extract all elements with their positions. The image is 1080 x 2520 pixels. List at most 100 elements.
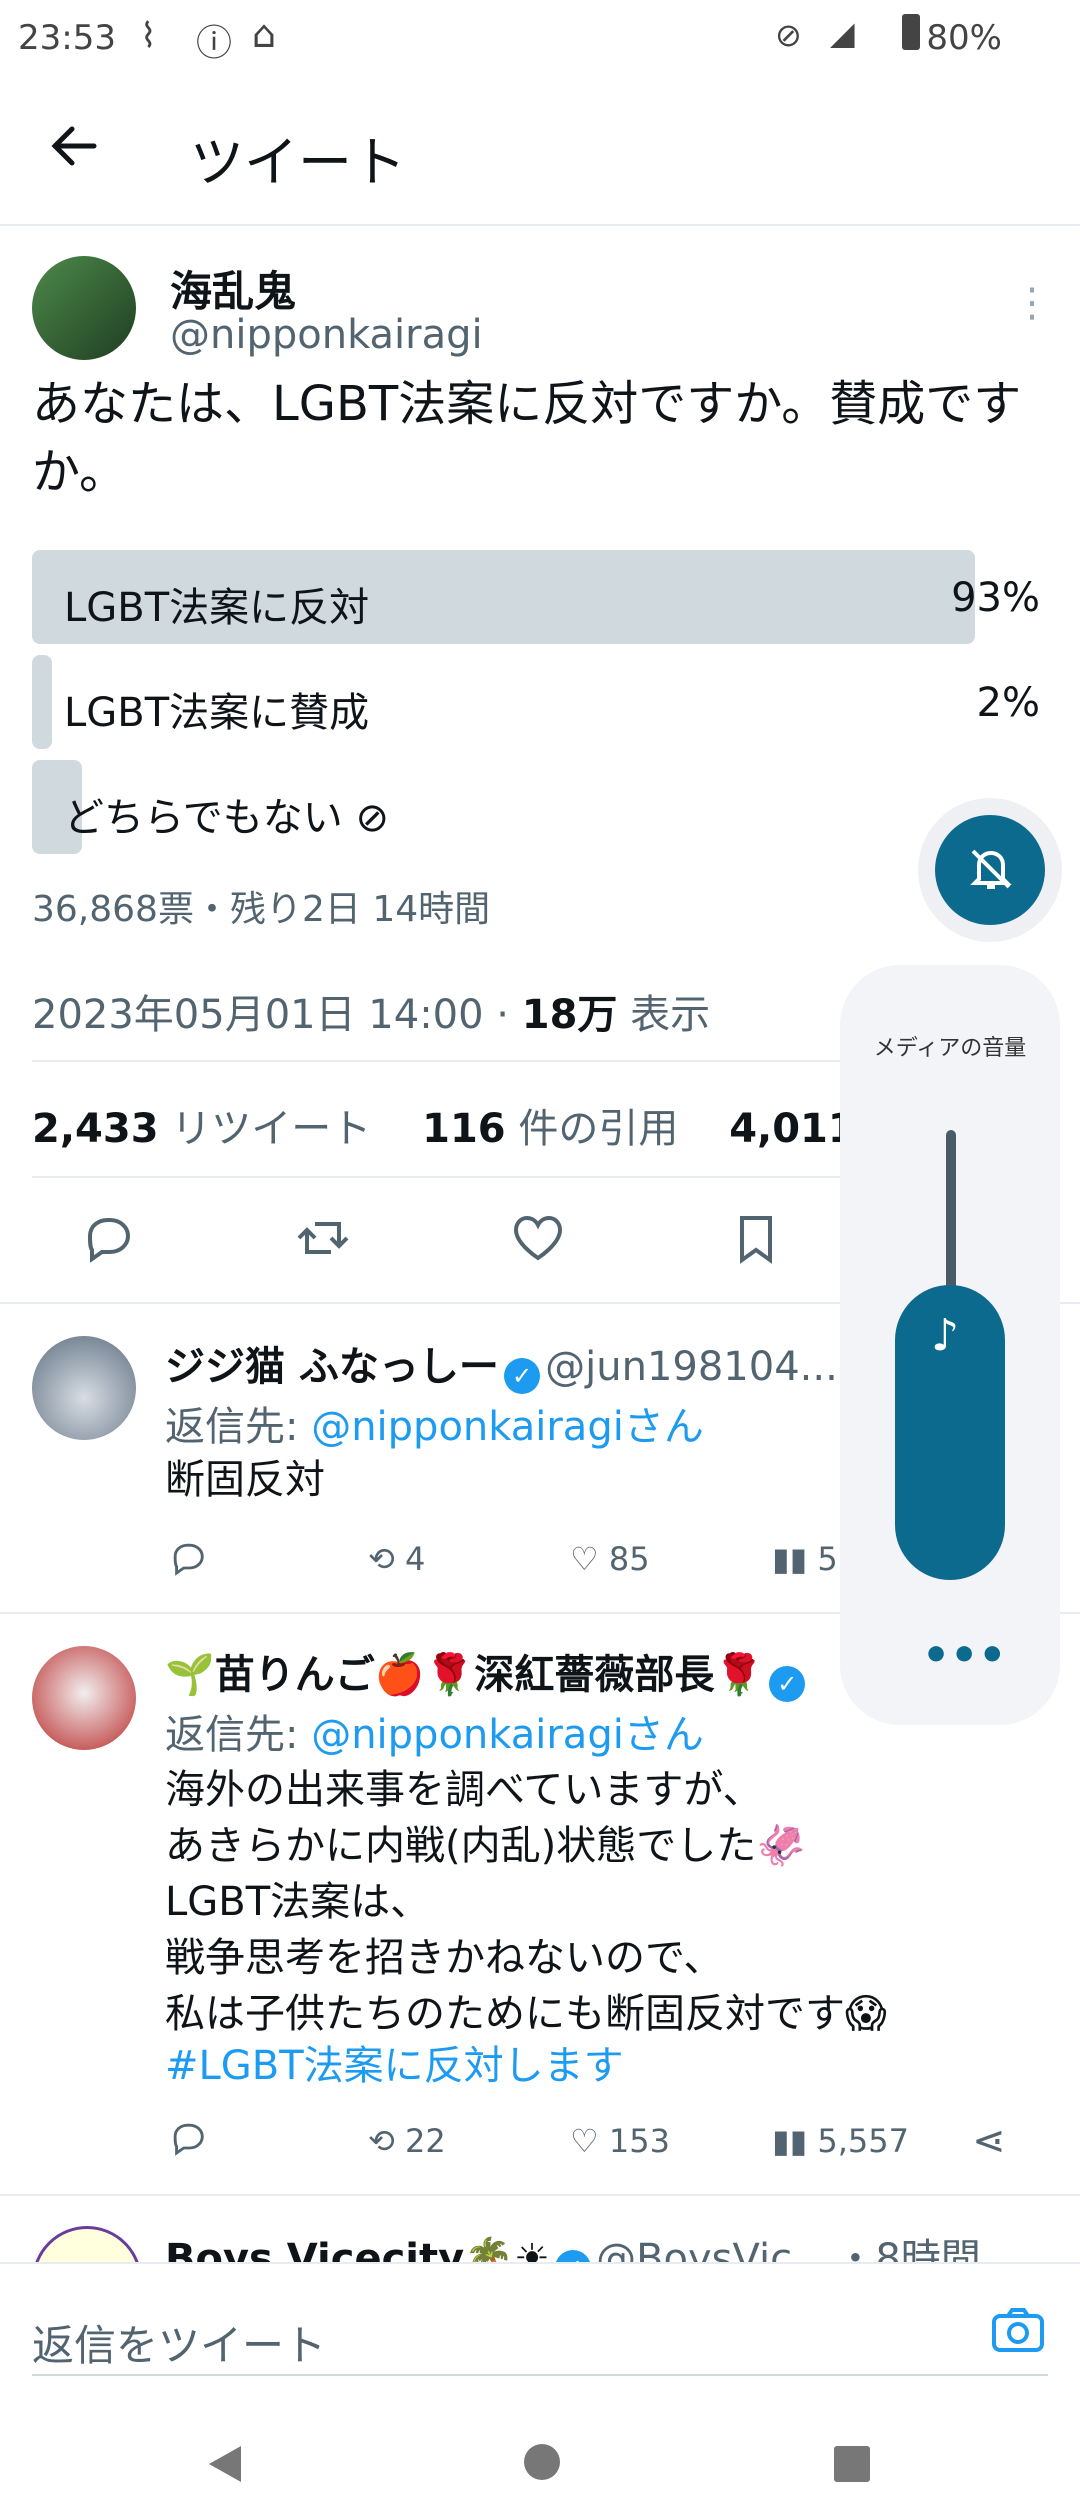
reply-like-button[interactable]: ♡ 153 — [570, 2122, 670, 2160]
header-divider — [0, 224, 1080, 226]
retweets-label: リツイート — [171, 1106, 372, 1152]
poll-percent-1: 93% — [951, 575, 1040, 621]
more-options-icon[interactable]: ⋮ — [1012, 280, 1052, 326]
bookmark-button[interactable] — [728, 1210, 784, 1277]
avatar[interactable] — [32, 2226, 142, 2262]
page-title: ツイート — [190, 131, 406, 194]
verified-badge-icon: ✓ — [554, 2249, 591, 2262]
tweet-author-handle[interactable]: @nipponkairagi — [170, 312, 483, 358]
reply-to: 返信先: @nipponkairagiさん — [165, 1394, 704, 1452]
reply-views-count: 5 — [817, 1540, 838, 1578]
battery-icon — [902, 14, 920, 50]
volume-label: メディアの音量 — [873, 1036, 1027, 1061]
poll-option-2: LGBT法案に賛成 — [64, 690, 370, 736]
status-bar: 23:53 ⌇ ⓘ ⌂ ⊘ ◢ 80% — [0, 0, 1080, 80]
tweet-timestamp-row: 2023年05月01日 14:00 · 18万 表示 — [32, 992, 711, 1038]
reply-header: Boys Vicecity🌴☀ ✓ @BoysVic... ・8時間 — [165, 2226, 981, 2262]
back-button[interactable] — [48, 120, 100, 185]
reply-icon — [87, 1218, 131, 1263]
reply-retweet-count: 22 — [404, 2122, 446, 2160]
volume-slider[interactable]: ♪ — [895, 1285, 1005, 1580]
poll-summary: 36,868票・残り2日 14時間 — [32, 889, 491, 930]
reply-like-count: 85 — [608, 1540, 650, 1578]
reply-author-handle[interactable]: @BoysVic... — [596, 2236, 830, 2262]
nav-recents-icon[interactable] — [832, 2444, 872, 2484]
reply-like-count: 153 — [608, 2122, 670, 2160]
reply-author-name[interactable]: Boys Vicecity🌴☀ — [165, 2236, 550, 2262]
status-time: 23:53 — [18, 18, 116, 58]
arrow-left-icon — [51, 126, 97, 166]
reply-to: 返信先: @nipponkairagiさん — [165, 1702, 704, 1760]
tweet-timestamp: 2023年05月01日 14:00 — [32, 992, 484, 1038]
reply-composer: 返信をツイート — [0, 2262, 1080, 2402]
reply-input[interactable]: 返信をツイート — [32, 2312, 326, 2373]
reply-to-prefix: 返信先: — [165, 1404, 312, 1450]
avatar[interactable] — [32, 1336, 136, 1440]
views-count: 18万 — [521, 992, 618, 1038]
retweets-link[interactable]: 2,433 リツイート — [32, 1106, 371, 1152]
avatar[interactable] — [32, 1646, 136, 1750]
retweets-count: 2,433 — [32, 1106, 159, 1152]
reply-text: 断固反対 — [165, 1457, 325, 1503]
reply-to-link[interactable]: @nipponkairagiさん — [311, 1712, 704, 1758]
reply-views-button[interactable]: ▮▮ 5,557 — [772, 2122, 909, 2160]
reply-author-name[interactable]: ジジ猫 ふなっしー — [165, 1344, 499, 1390]
input-underline — [32, 2374, 1048, 2376]
reply-retweet-button[interactable]: ⟲ 4 — [368, 1540, 425, 1578]
verified-badge-icon: ✓ — [504, 1357, 541, 1394]
retweet-icon — [297, 1222, 349, 1254]
retweet-button[interactable] — [295, 1210, 351, 1277]
reply-to-link[interactable]: @nipponkairagiさん — [311, 1404, 704, 1450]
poll-percent-2: 2% — [976, 680, 1040, 726]
share-icon[interactable]: ⋖ — [972, 2118, 1006, 2164]
reply-comment-icon[interactable] — [168, 1538, 208, 1586]
reply-author-name[interactable]: 🌱苗りんご🍎🌹深紅薔薇部長🌹 — [165, 1652, 764, 1698]
camera-icon — [992, 2308, 1044, 2352]
reply-to-prefix: 返信先: — [165, 1712, 312, 1758]
reply-views-count: 5,557 — [817, 2122, 909, 2160]
android-navbar — [0, 2402, 1080, 2520]
avatar[interactable] — [32, 256, 136, 360]
nav-home-icon[interactable] — [522, 2442, 562, 2482]
quotes-label: 件の引用 — [518, 1106, 679, 1152]
tweet-text: あなたは、LGBT法案に反対ですか。賛成ですか。 — [32, 376, 1022, 500]
reply-header: 🌱苗りんご🍎🌹深紅薔薇部長🌹 ✓ — [165, 1642, 865, 1702]
wifi-off-icon: ⌇ — [140, 16, 157, 56]
views-label: 表示 — [630, 992, 711, 1038]
reply-views-button[interactable]: ▮▮ 5 — [772, 1540, 838, 1578]
reply-author-handle[interactable]: @jun198104... — [545, 1344, 838, 1390]
bell-off-icon — [970, 849, 1012, 889]
divider — [0, 2262, 1080, 2264]
camera-button[interactable] — [990, 2306, 1046, 2358]
reply-item[interactable]: Boys Vicecity🌴☀ ✓ @BoysVic... ・8時間 — [0, 2196, 1080, 2262]
like-button[interactable] — [510, 1210, 566, 1277]
nav-back-icon[interactable] — [205, 2442, 245, 2486]
poll-option-1: LGBT法案に反対 — [64, 585, 370, 631]
bookmark-icon — [740, 1216, 772, 1264]
likes-count: 4,011 — [729, 1106, 856, 1152]
notifications-off-icon: ⊘ — [775, 16, 802, 54]
music-note-icon: ♪ — [931, 1310, 960, 1361]
volume-track[interactable] — [946, 1130, 956, 1300]
info-icon: ⓘ — [196, 23, 233, 64]
quotes-count: 116 — [422, 1106, 506, 1152]
more-dots-icon[interactable]: ••• — [922, 1630, 1006, 1681]
home-icon: ⌂ — [252, 12, 277, 56]
engagement-row: 2,433 リツイート 116 件の引用 4,011 い — [32, 1096, 908, 1154]
reply-header: ジジ猫 ふなっしー ✓ @jun198104... — [165, 1334, 845, 1394]
reply-text: 海外の出来事を調べていますが、 あきらかに内戦(内乱)状態でした🦑 LGBT法案… — [165, 1767, 887, 2037]
tweet-author-name[interactable]: 海乱鬼 — [170, 258, 296, 319]
hashtag-link[interactable]: #LGBT法案に反対します — [165, 2038, 624, 2094]
mute-button[interactable] — [935, 815, 1045, 925]
reply-button[interactable] — [80, 1210, 136, 1277]
battery-percent: 80% — [926, 18, 1002, 58]
verified-badge-icon: ✓ — [769, 1665, 806, 1702]
reply-like-button[interactable]: ♡ 85 — [570, 1540, 650, 1578]
reply-comment-icon[interactable] — [168, 2118, 208, 2166]
heart-icon — [513, 1215, 563, 1261]
quotes-link[interactable]: 116 件の引用 — [422, 1106, 678, 1152]
reply-retweet-button[interactable]: ⟲ 22 — [368, 2122, 446, 2160]
reply-retweet-count: 4 — [404, 1540, 426, 1578]
reply-time: ・8時間 — [835, 2236, 981, 2262]
poll-option-3: どちらでもない ⊘ — [64, 795, 390, 841]
